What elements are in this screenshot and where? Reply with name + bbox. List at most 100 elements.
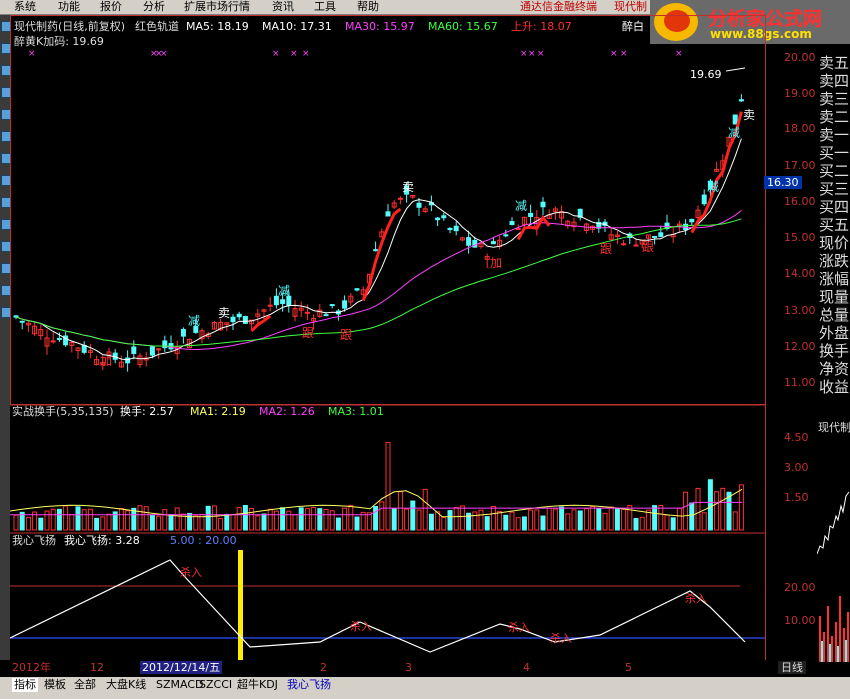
volume-bar (689, 502, 695, 531)
candle-body (515, 228, 521, 231)
mini-chart[interactable] (817, 436, 850, 662)
volume-tick: 3.00 (784, 461, 809, 474)
quote-panel: 卖五 卖四 卖三 卖二 卖一 买一 买二 买三 买四 买五 现价 涨跌 涨幅 现量 总量 外盘 换手 净资 收益 现… (817, 44, 850, 662)
volume-bar (94, 517, 100, 531)
signal-label: 减 (728, 126, 740, 140)
quote-field-label: 现量 (819, 288, 850, 306)
volume-bar (658, 505, 664, 531)
tab-super-kdj[interactable]: 超牛KDJ (237, 678, 278, 692)
signal-label: 减 (515, 199, 527, 213)
candle-body (732, 114, 738, 125)
period-selector[interactable]: 日线 (778, 661, 806, 674)
indicator-name: 红色轨道 (135, 20, 179, 33)
signal-x-mark: × (290, 49, 298, 59)
candle-body (13, 315, 19, 318)
volume-bar (323, 508, 329, 531)
tab-szcci[interactable]: SZCCI (199, 678, 232, 692)
date-month: 4 (523, 661, 530, 674)
volume-bar (428, 513, 434, 531)
menu-news[interactable]: 资讯 (272, 0, 294, 14)
volume-bar (224, 513, 230, 531)
volume-bar (335, 517, 341, 531)
candle-body (385, 211, 391, 217)
signal-x-mark: × (610, 49, 618, 59)
chart-area[interactable]: 杀入杀入 杀入杀入杀入 × ××× × × × × × × × × ×卖卖卖减减减减减加加跟 跟跟跟 (10, 15, 817, 660)
signal-label: 跟 (340, 328, 352, 342)
menu-extended-market[interactable]: 扩展市场行情 (184, 0, 250, 14)
volume-bar (174, 507, 180, 531)
volume-bar (534, 509, 540, 531)
quote-field-label: 净资 (819, 360, 850, 378)
signal-label: 减 (707, 180, 719, 194)
quote-field-label: 卖五 (819, 54, 850, 72)
volume-bar (478, 509, 484, 531)
signal-x-mark: × (272, 49, 280, 59)
volume-bar (695, 487, 701, 531)
menu-tools[interactable]: 工具 (314, 0, 336, 14)
signal-label: 跟 (600, 242, 612, 256)
menu-system[interactable]: 系统 (14, 0, 36, 14)
volume-bar (540, 515, 546, 531)
volume-bar (732, 511, 738, 531)
volume-bar (25, 516, 31, 531)
candle-body (633, 244, 639, 247)
volume-bar (676, 507, 682, 531)
price-tick: 17.00 (784, 159, 816, 172)
volume-bar (391, 508, 397, 531)
osc-tick: 20.00 (784, 581, 816, 594)
menu-quote[interactable]: 报价 (100, 0, 122, 14)
candle-body (19, 320, 25, 323)
candle-body (509, 221, 515, 225)
volume-bar (416, 509, 422, 531)
candle-body (329, 304, 335, 307)
candlestick-series (13, 94, 744, 372)
volume-bar (583, 508, 589, 531)
menu-help[interactable]: 帮助 (357, 0, 379, 14)
candle-body (528, 212, 534, 217)
volume-bar (552, 508, 558, 531)
volume-bar (50, 508, 56, 531)
tab-szmacd[interactable]: SZMACD (156, 678, 204, 692)
volume-bar (304, 508, 310, 531)
candle-body (441, 215, 447, 219)
current-price-tag: 16.30 (764, 176, 802, 189)
volume-bar (125, 510, 131, 531)
volume-bar (137, 505, 143, 531)
osc-signal-label: 杀入 (508, 620, 530, 634)
tab-index-kline[interactable]: 大盘K线 (106, 678, 146, 692)
signal-label: 卖 (743, 108, 755, 122)
volume-bar (515, 517, 521, 531)
volume-bar (261, 513, 267, 531)
volume-bar (621, 508, 627, 531)
volume-bar (633, 518, 639, 531)
volume-bar (100, 516, 106, 531)
menu-function[interactable]: 功能 (58, 0, 80, 14)
stock-name-menu: 现代制 (614, 0, 647, 13)
volume-bar (521, 516, 527, 531)
promo-link[interactable]: 通达信金融终端 (520, 0, 597, 14)
date-year: 2012年 (12, 661, 51, 674)
price-tick: 13.00 (784, 304, 816, 317)
date-month: 3 (405, 661, 412, 674)
tab-template[interactable]: 模板 (44, 678, 66, 692)
volume-bar (652, 505, 658, 531)
candle-body (81, 344, 87, 353)
volume-bar (714, 491, 720, 531)
signal-x-mark: × (675, 49, 683, 59)
candle-body (466, 237, 472, 246)
candle-body (373, 249, 379, 252)
volume-bar (156, 515, 162, 531)
up-value: 上升: 18.07 (511, 20, 572, 33)
tab-flying-heart[interactable]: 我心飞扬 (287, 678, 331, 692)
volume-bar (608, 506, 614, 531)
volume-bar (162, 509, 168, 531)
price-tick: 20.00 (784, 51, 816, 64)
ma5-value: MA5: 18.19 (186, 20, 249, 33)
tab-indicator[interactable]: 指标 (12, 678, 38, 692)
menu-analysis[interactable]: 分析 (143, 0, 165, 14)
quote-field-label: 买三 (819, 180, 850, 198)
tab-all[interactable]: 全部 (74, 678, 96, 692)
quote-field-label: 卖一 (819, 126, 850, 144)
candle-body (125, 357, 131, 364)
volume-bar (267, 508, 273, 531)
